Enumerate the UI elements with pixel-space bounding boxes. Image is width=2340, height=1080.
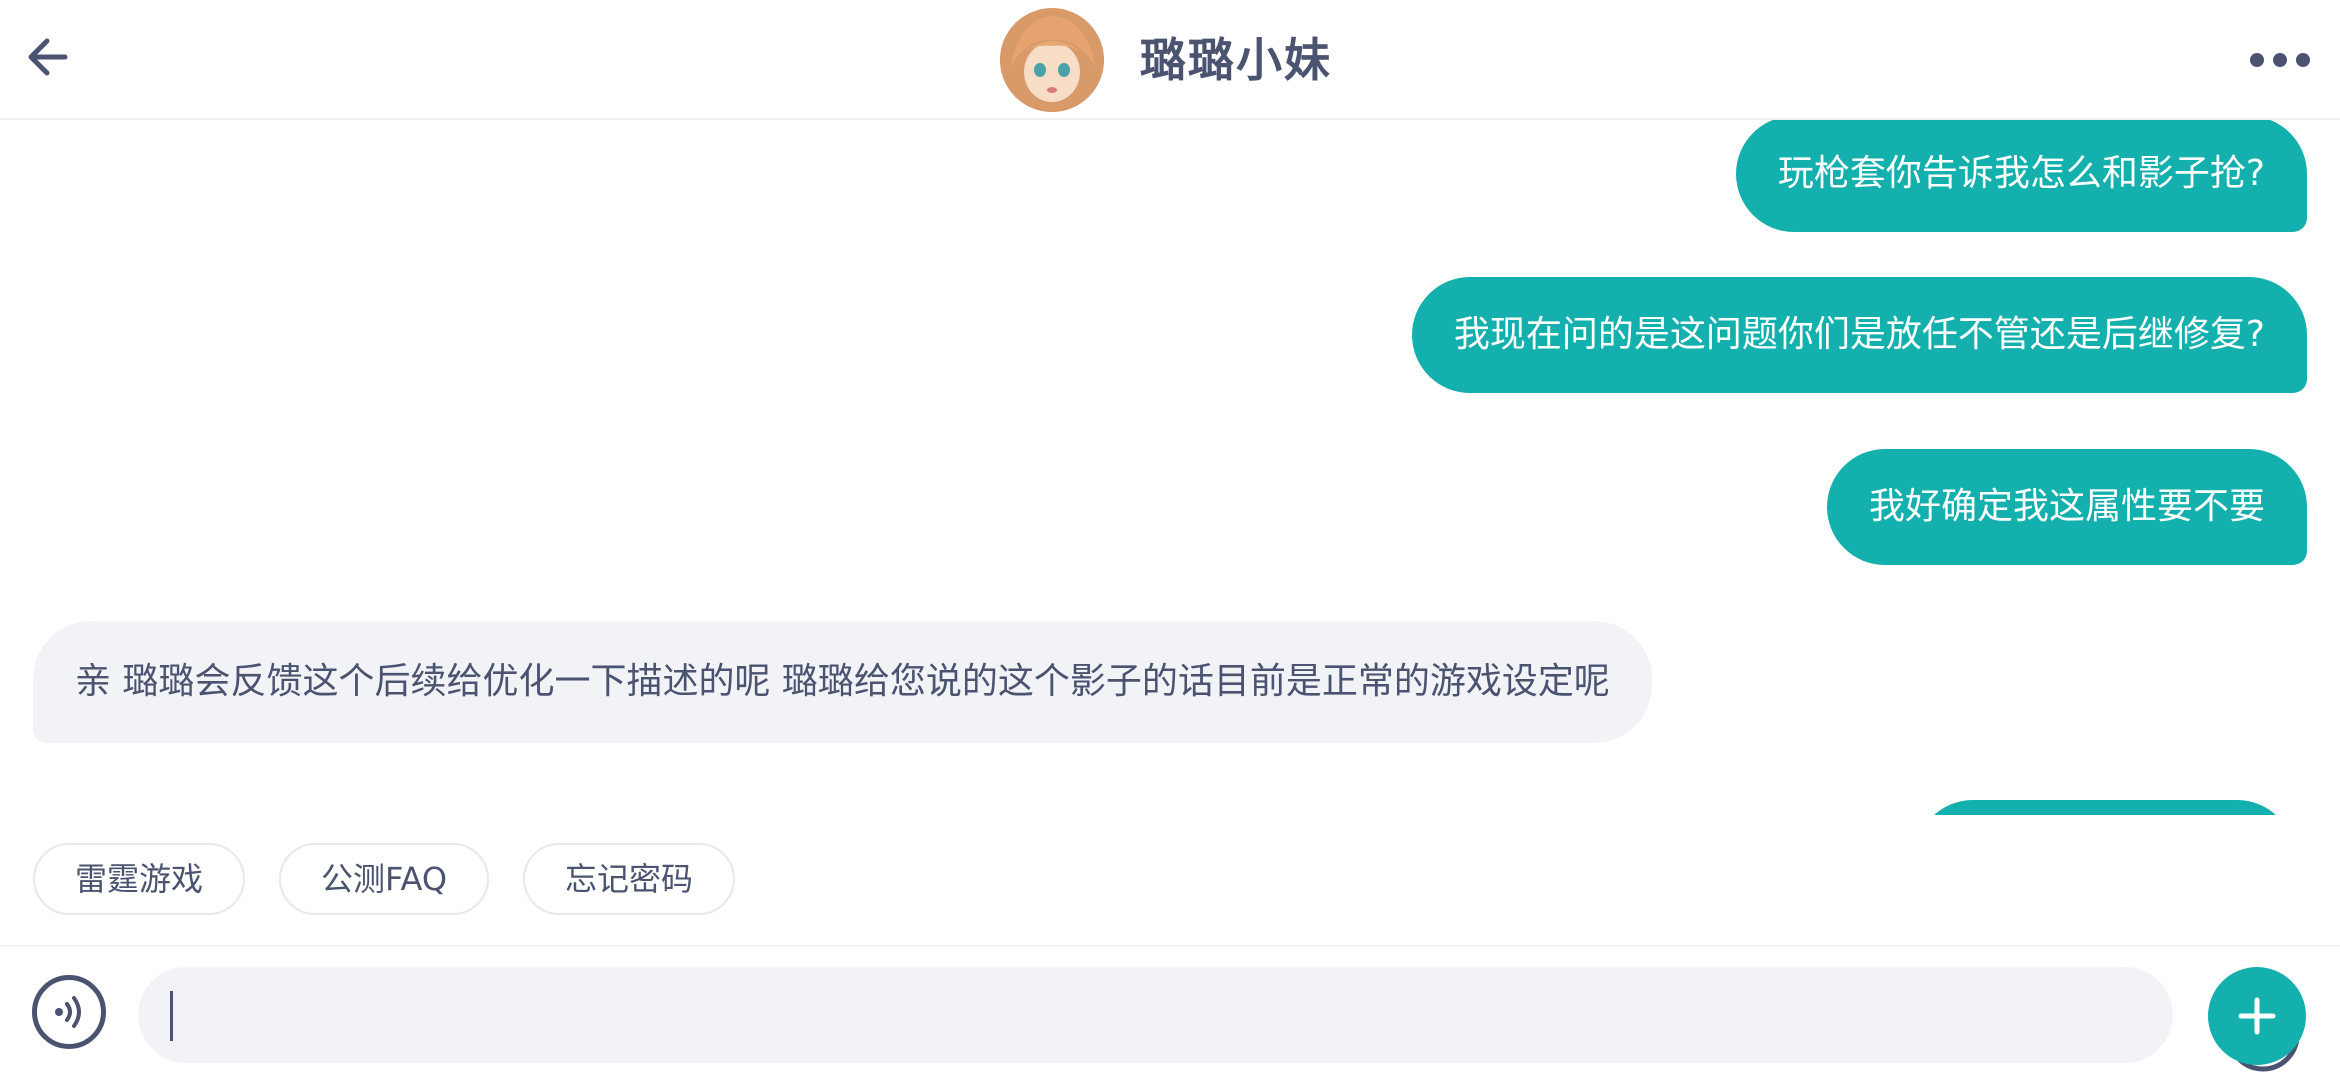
voice-button[interactable] xyxy=(32,975,106,1049)
text-caret xyxy=(170,991,173,1041)
more-button[interactable] xyxy=(2250,48,2310,72)
message-bubble-incoming[interactable]: 亲 璐璐会反馈这个后续给优化一下描述的呢 璐璐给您说的这个影子的话目前是正常的游… xyxy=(33,621,1652,743)
input-bar xyxy=(0,945,2340,1080)
message-bubble-outgoing[interactable]: 我现在问的是这问题你们是放任不管还是后继修复? xyxy=(1411,277,2307,393)
message-input-field[interactable] xyxy=(138,967,2300,1072)
chat-header: 璐璐小妹 xyxy=(0,0,2340,120)
message-list[interactable]: 玩枪套你告诉我怎么和影子抢? 我现在问的是这问题你们是放任不管还是后继修复? 我… xyxy=(0,120,2340,815)
avatar[interactable] xyxy=(1000,8,1104,112)
quick-replies: 雷霆游戏 公测FAQ 忘记密码 xyxy=(33,843,736,915)
message-input[interactable] xyxy=(178,985,2082,1047)
more-horizontal-icon xyxy=(2296,53,2310,67)
message-bubble-outgoing[interactable]: 玩枪套你告诉我怎么和影子抢? xyxy=(1735,120,2307,232)
voice-icon xyxy=(55,996,81,1028)
more-horizontal-icon xyxy=(2273,53,2287,67)
avatar-icon xyxy=(1000,8,1104,112)
arrow-left-icon xyxy=(28,38,68,76)
message-bubble-outgoing[interactable]: 我好确定我这属性要不要 xyxy=(1826,449,2307,565)
quick-reply-chip[interactable]: 雷霆游戏 xyxy=(33,843,246,915)
more-horizontal-icon xyxy=(2250,53,2264,67)
quick-reply-chip[interactable]: 公测FAQ xyxy=(279,843,490,915)
quick-reply-chip[interactable]: 忘记密码 xyxy=(523,843,736,915)
back-button[interactable] xyxy=(22,32,72,82)
contact-name: 璐璐小妹 xyxy=(1140,33,1332,87)
add-button[interactable] xyxy=(2208,967,2306,1065)
plus-icon xyxy=(2238,997,2276,1035)
message-bubble-outgoing-partial[interactable] xyxy=(1915,800,2295,815)
